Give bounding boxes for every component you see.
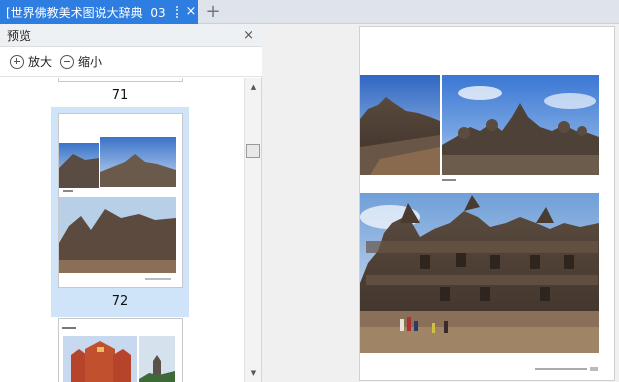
zoom-out-label: 缩小 [78, 55, 103, 69]
thumbnail-page-number: 72 [111, 294, 129, 309]
zoom-toolbar: 放大 缩小 [0, 47, 262, 77]
preview-panel-header: 预览 × [0, 24, 262, 47]
new-tab-button[interactable]: + [204, 2, 222, 22]
scroll-up-arrow-icon[interactable]: ▲ [245, 81, 262, 93]
zoom-in-label: 放大 [28, 55, 53, 69]
zoom-in-icon [10, 54, 24, 69]
page-photographs [360, 75, 599, 371]
preview-panel-close-icon[interactable]: × [243, 28, 254, 43]
document-tab-title: [世界佛教美术图说大辞典 03 [6, 5, 166, 20]
preview-panel-title: 预览 [7, 28, 32, 43]
zoom-out-icon [60, 54, 75, 69]
tab-grip-icon [176, 6, 182, 18]
preview-panel: 预览 × 放大 缩小 71 72 ▲ ▼ [0, 24, 262, 382]
scrollbar-thumb[interactable] [246, 144, 260, 158]
thumbnail-page-73[interactable] [58, 318, 183, 382]
thumbnail-list: 71 72 [0, 78, 244, 382]
scroll-down-arrow-icon[interactable]: ▼ [245, 367, 262, 379]
document-page[interactable] [359, 26, 615, 381]
zoom-in-button[interactable]: 放大 [10, 53, 52, 70]
thumbnail-page-72-image [59, 137, 176, 280]
thumbnail-page-73-image [62, 327, 175, 382]
thumbnail-page-number: 71 [111, 88, 129, 103]
thumbnail-scrollbar[interactable]: ▲ ▼ [244, 78, 261, 382]
thumbnail-page-72[interactable] [58, 113, 183, 288]
document-viewer [263, 24, 619, 382]
document-tab[interactable]: [世界佛教美术图说大辞典 03 × [0, 0, 198, 24]
tab-bar: [世界佛教美术图说大辞典 03 × + [0, 0, 619, 24]
tab-close-icon[interactable]: × [185, 5, 197, 18]
zoom-out-button[interactable]: 缩小 [60, 53, 102, 70]
thumbnail-page-71[interactable] [58, 78, 183, 82]
